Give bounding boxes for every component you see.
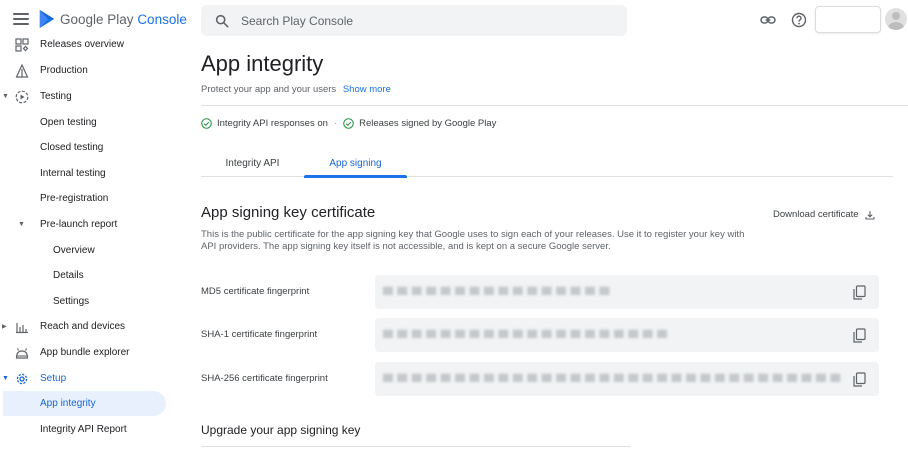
sidebar-item-label: App bundle explorer	[40, 347, 130, 358]
section-title-signing-certificate: App signing key certificate	[201, 204, 376, 221]
copy-icon[interactable]	[853, 328, 866, 343]
fingerprint-value-redacted: ▇▇ ▇▇ ▇▇ ▇▇ ▇▇ ▇▇ ▇▇ ▇▇ ▇▇ ▇▇ ▇▇ ▇▇ ▇▇ ▇…	[383, 374, 841, 383]
sidebar-item-label: Internal testing	[40, 168, 106, 179]
copy-icon[interactable]	[853, 285, 866, 300]
sidebar-item-pre-launch-report[interactable]: ▼ Pre-launch report	[0, 212, 166, 237]
fingerprint-label: SHA-1 certificate fingerprint	[201, 329, 318, 340]
sidebar-item-label: Pre-registration	[40, 193, 109, 204]
status-releases-signed: Releases signed by Google Play	[359, 118, 497, 129]
expand-caret-icon: ▼	[2, 93, 9, 100]
tab-bar: Integrity API App signing	[201, 150, 893, 178]
status-row: Integrity API responses on · Releases si…	[201, 118, 496, 129]
sidebar-item-reach-and-devices[interactable]: ▶ Reach and devices	[0, 314, 166, 339]
sidebar-item-label: Overview	[53, 245, 95, 256]
sidebar-item-app-integrity[interactable]: App integrity	[3, 391, 166, 416]
logo-text-accent: Console	[137, 11, 187, 27]
play-logo-icon	[39, 10, 55, 28]
fingerprint-label: MD5 certificate fingerprint	[201, 286, 310, 297]
sidebar-item-label: Integrity API Report	[40, 424, 127, 435]
testing-icon	[15, 90, 29, 104]
show-more-link[interactable]: Show more	[343, 84, 391, 95]
sidebar-item-label: Releases overview	[40, 39, 124, 50]
sidebar-item-closed-testing[interactable]: Closed testing	[0, 135, 166, 160]
tab-integrity-api[interactable]: Integrity API	[201, 150, 304, 177]
sidebar-item-settings[interactable]: Settings	[0, 289, 166, 314]
sidebar-item-integrity-api-report[interactable]: Integrity API Report	[0, 417, 166, 442]
fingerprint-field: ▇▇ ▇▇ ▇▇ ▇▇ ▇▇ ▇▇ ▇▇ ▇▇ ▇▇ ▇▇ ▇▇ ▇▇ ▇▇ ▇…	[375, 362, 879, 396]
search-input[interactable]	[241, 13, 601, 28]
download-icon	[864, 210, 875, 220]
sidebar-item-setup[interactable]: ▼ Setup	[0, 366, 166, 391]
sidebar-item-app-bundle-explorer[interactable]: App bundle explorer	[0, 340, 166, 365]
sidebar-item-label: Production	[40, 65, 88, 76]
sidebar-nav: Releases overview Production ▼ Testing O…	[0, 32, 175, 450]
sidebar-item-label: Closed testing	[40, 142, 104, 153]
section-title-upgrade-key: Upgrade your app signing key	[201, 423, 361, 437]
sidebar-item-label: Testing	[40, 91, 72, 102]
fingerprint-label: SHA-256 certificate fingerprint	[201, 373, 328, 384]
link-icon[interactable]	[760, 12, 776, 28]
fingerprint-row-md5: MD5 certificate fingerprint ▇▇ ▇▇ ▇▇ ▇▇ …	[201, 275, 879, 309]
collapse-caret-icon: ▶	[2, 324, 7, 330]
sidebar-item-releases-overview[interactable]: Releases overview	[0, 32, 166, 57]
check-circle-icon	[343, 118, 354, 129]
sidebar-item-label: Pre-launch report	[40, 219, 118, 230]
sidebar-item-internal-testing[interactable]: Internal testing	[0, 161, 166, 186]
check-circle-icon	[201, 118, 212, 129]
page-subtitle: Protect your app and your users Show mor…	[201, 84, 391, 95]
page-title: App integrity	[201, 51, 324, 76]
download-certificate-button[interactable]: Download certificate	[773, 209, 875, 220]
fingerprint-value-redacted: ▇▇ ▇▇ ▇▇ ▇▇ ▇▇ ▇▇ ▇▇ ▇▇ ▇▇ ▇▇ ▇▇ ▇▇ ▇▇ ▇…	[383, 330, 667, 339]
sidebar-item-details[interactable]: Details	[0, 263, 166, 288]
search-bar[interactable]	[201, 5, 627, 36]
search-icon	[215, 14, 229, 27]
status-integrity-api: Integrity API responses on	[217, 118, 328, 129]
section-description: This is the public certificate for the a…	[201, 229, 745, 252]
sidebar-item-open-testing[interactable]: Open testing	[0, 110, 166, 135]
account-avatar[interactable]	[885, 8, 907, 30]
fingerprint-row-sha256: SHA-256 certificate fingerprint ▇▇ ▇▇ ▇▇…	[201, 362, 879, 396]
sidebar-item-pre-registration[interactable]: Pre-registration	[0, 186, 166, 211]
play-console-logo[interactable]: Google Play Console	[38, 9, 187, 29]
sidebar-item-label: Settings	[53, 296, 90, 307]
sidebar-item-overview[interactable]: Overview	[0, 238, 166, 263]
fingerprint-row-sha1: SHA-1 certificate fingerprint ▇▇ ▇▇ ▇▇ ▇…	[201, 318, 879, 352]
account-switcher[interactable]	[815, 6, 881, 33]
sidebar-item-testing[interactable]: ▼ Testing	[0, 84, 166, 109]
sidebar-item-label: Setup	[40, 373, 67, 384]
fingerprint-field: ▇▇ ▇▇ ▇▇ ▇▇ ▇▇ ▇▇ ▇▇ ▇▇ ▇▇ ▇▇ ▇▇ ▇▇ ▇▇ ▇…	[375, 275, 879, 309]
expand-caret-icon: ▼	[18, 221, 25, 228]
reach-devices-icon	[16, 323, 28, 334]
sidebar-item-label: Details	[53, 270, 84, 281]
sidebar-item-label: Open testing	[40, 117, 97, 128]
divider	[201, 105, 908, 106]
sidebar-item-production[interactable]: Production	[0, 58, 166, 83]
sidebar-item-label: Reach and devices	[40, 321, 126, 332]
production-icon	[15, 64, 29, 78]
fingerprint-field: ▇▇ ▇▇ ▇▇ ▇▇ ▇▇ ▇▇ ▇▇ ▇▇ ▇▇ ▇▇ ▇▇ ▇▇ ▇▇ ▇…	[375, 318, 879, 352]
page-subtitle-text: Protect your app and your users	[201, 84, 337, 95]
logo-text-prefix: Google Play	[60, 11, 134, 27]
status-separator: ·	[333, 118, 338, 129]
divider	[201, 446, 631, 447]
menu-icon[interactable]	[13, 13, 29, 27]
tab-app-signing[interactable]: App signing	[304, 150, 407, 178]
app-bundle-icon	[15, 348, 29, 359]
help-icon[interactable]	[791, 12, 807, 28]
releases-overview-icon	[15, 38, 29, 52]
download-certificate-label: Download certificate	[773, 209, 859, 220]
fingerprint-value-redacted: ▇▇ ▇▇ ▇▇ ▇▇ ▇▇ ▇▇ ▇▇ ▇▇ ▇▇ ▇▇ ▇▇ ▇▇ ▇▇ ▇…	[383, 287, 610, 296]
setup-gear-icon	[16, 373, 28, 385]
copy-icon[interactable]	[853, 372, 866, 387]
expand-caret-icon: ▼	[2, 375, 9, 382]
sidebar-item-label: App integrity	[40, 398, 96, 409]
